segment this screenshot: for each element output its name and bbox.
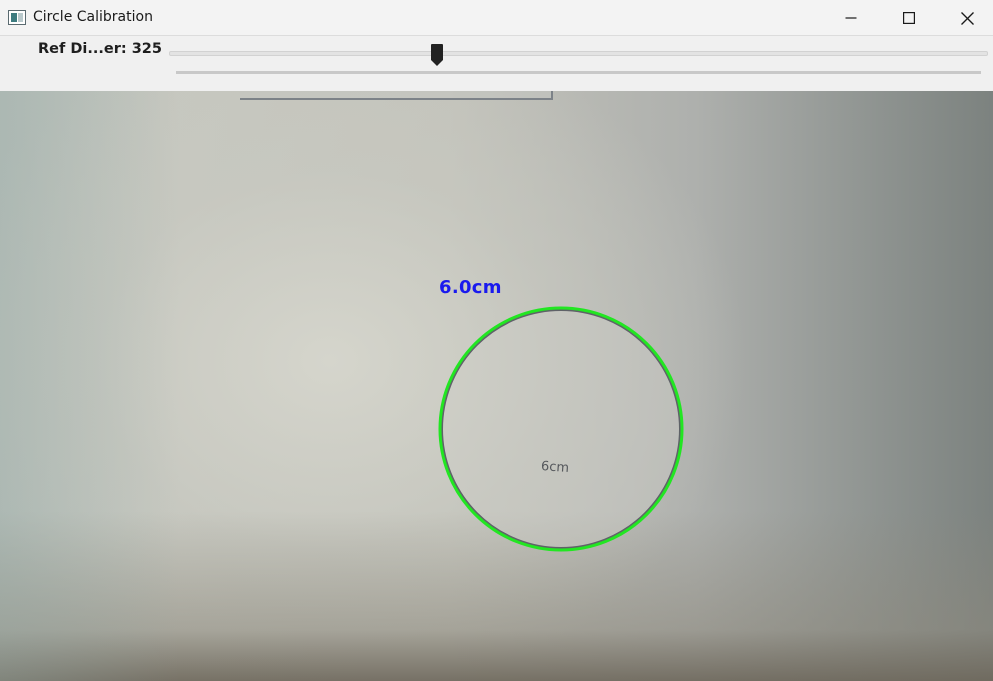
trackbar-thumb-shape (430, 44, 443, 66)
minimize-icon (845, 17, 857, 19)
minimize-button[interactable] (822, 0, 880, 36)
app-window-icon (8, 10, 26, 25)
printed-circle (441, 309, 681, 549)
detection-overlay (438, 306, 684, 552)
diameter-measurement-label: 6.0cm (439, 277, 502, 298)
window-title: Circle Calibration (33, 9, 153, 25)
close-button[interactable] (938, 0, 993, 36)
maximize-icon (903, 12, 915, 24)
title-bar: Circle Calibration (0, 0, 993, 36)
trackbar-label: Ref Di...er: 325 (38, 41, 162, 57)
maximize-button[interactable] (880, 0, 938, 36)
close-icon (960, 11, 974, 25)
camera-feed: 6.0cm 6cm (0, 91, 993, 681)
paper-handwritten-label: 6cm (540, 459, 570, 476)
trackbar-thumb[interactable] (430, 43, 444, 67)
trackbar-panel: Ref Di...er: 325 (0, 37, 993, 91)
trackbar-ruler (176, 71, 981, 74)
trackbar-slider[interactable] (169, 51, 988, 56)
